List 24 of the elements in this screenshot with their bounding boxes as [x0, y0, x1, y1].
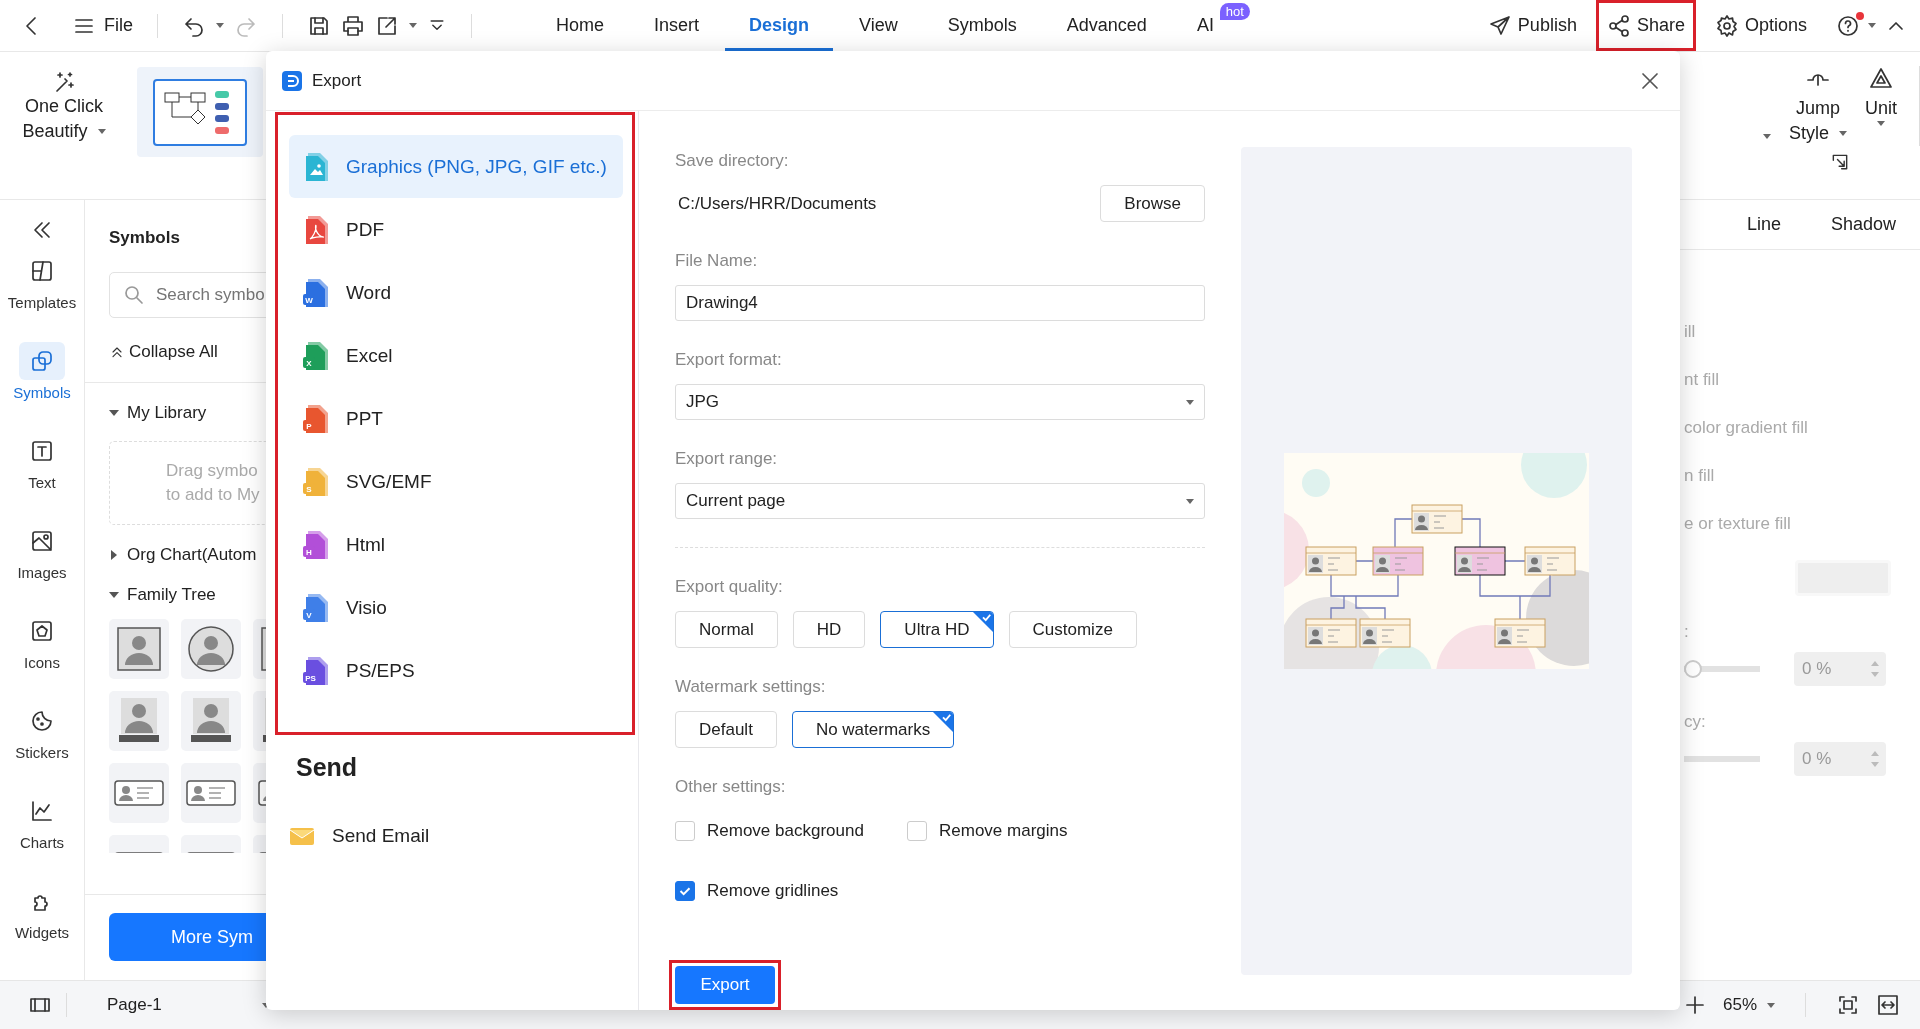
panel-title: Symbols	[109, 228, 180, 248]
button-label: Style	[1788, 121, 1847, 146]
field-label: Watermark settings:	[675, 677, 827, 697]
section-heading: Send	[296, 753, 359, 782]
hint-text: to add to My	[166, 484, 260, 506]
field-label: :	[1684, 622, 1690, 642]
checkbox-label: Remove margins	[939, 821, 1068, 841]
field-label: Export range:	[675, 449, 779, 469]
field-label: cy:	[1684, 712, 1707, 732]
hint-text: Drag symbo	[166, 460, 258, 482]
field-label: Save directory:	[675, 151, 790, 171]
checkbox-label: Remove background	[707, 821, 864, 841]
new-badge: hot	[1219, 3, 1250, 20]
field-label: Export quality:	[675, 577, 784, 597]
dialog-title: Export	[312, 70, 362, 91]
button-label: Unit	[1865, 97, 1897, 120]
field-label: Other settings:	[675, 777, 787, 797]
checkbox-label: Remove gridlines	[707, 881, 839, 901]
field-label: File Name:	[675, 251, 759, 271]
field-label: Export format:	[675, 350, 783, 370]
button-label: Beautify	[22, 119, 106, 144]
button-label: One Click	[25, 95, 103, 118]
button-label: Jump	[1795, 97, 1840, 120]
directory-path: C:/Users/HRR/Documents	[677, 193, 877, 214]
